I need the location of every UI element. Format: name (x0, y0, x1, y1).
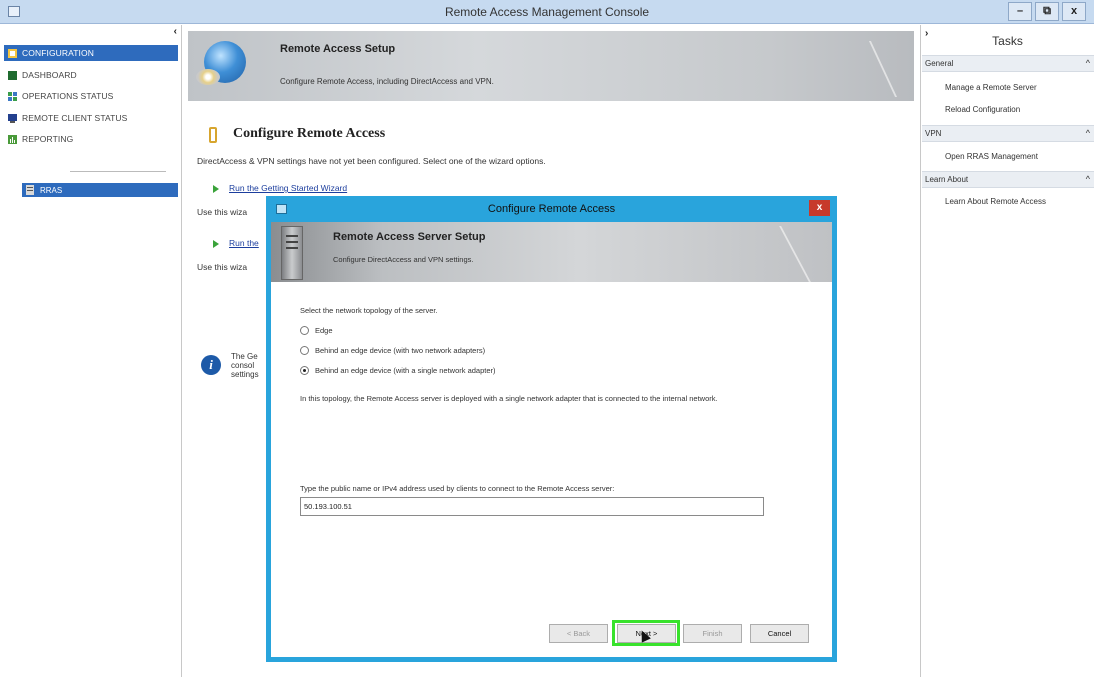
window-titlebar: Remote Access Management Console – ⧉ x (0, 0, 1094, 24)
back-button[interactable]: < Back (549, 624, 608, 643)
radio-label: Behind an edge device (with a single net… (315, 366, 496, 375)
dialog-body: Remote Access Server Setup Configure Dir… (271, 222, 832, 657)
restore-button[interactable]: ⧉ (1035, 2, 1059, 21)
radio-label: Edge (315, 326, 333, 335)
dialog-close-button[interactable]: x (809, 200, 830, 216)
configuration-icon (8, 48, 17, 58)
operations-status-icon (8, 91, 17, 101)
wizard-description: Use this wiza (197, 207, 248, 217)
collapse-caret-icon[interactable]: ^ (1086, 56, 1090, 71)
topology-option-single-adapter[interactable]: Behind an edge device (with a single net… (300, 366, 496, 375)
task-reload-configuration[interactable]: Reload Configuration (945, 105, 1020, 114)
configure-remote-access-dialog: Configure Remote Access x Remote Access … (266, 196, 837, 662)
task-learn-about-remote-access[interactable]: Learn About Remote Access (945, 197, 1046, 206)
nav-item-configuration[interactable]: CONFIGURATION (4, 45, 178, 61)
section-description: DirectAccess & VPN settings have not yet… (197, 156, 546, 166)
tasks-pane: › Tasks General ^ Manage a Remote Server… (920, 25, 1094, 677)
collapse-caret-icon[interactable]: ^ (1086, 172, 1090, 187)
server-icon (26, 185, 34, 195)
tasks-section-general[interactable]: General ^ (922, 55, 1094, 72)
tasks-section-vpn[interactable]: VPN ^ (922, 125, 1094, 142)
collapse-nav-button[interactable]: ‹ (174, 26, 177, 37)
public-address-label: Type the public name or IPv4 address use… (300, 484, 615, 493)
minimize-button[interactable]: – (1008, 2, 1032, 21)
remote-client-status-icon (8, 113, 17, 123)
disc-icon (196, 69, 220, 85)
getting-started-wizard-link[interactable]: Run the Getting Started Wizard (229, 183, 347, 193)
cancel-button[interactable]: Cancel (750, 624, 809, 643)
radio-button[interactable] (300, 366, 309, 375)
topology-description: In this topology, the Remote Access serv… (300, 394, 718, 403)
wizard-description: Use this wiza (197, 262, 248, 272)
finish-button[interactable]: Finish (683, 624, 742, 643)
section-title: Configure Remote Access (233, 126, 386, 141)
arrow-icon (213, 185, 219, 193)
radio-label: Behind an edge device (with two network … (315, 346, 486, 355)
nav-item-dashboard[interactable]: DASHBOARD (4, 67, 178, 83)
dialog-banner: Remote Access Server Setup Configure Dir… (271, 222, 832, 282)
server-item-rras[interactable]: RRAS (22, 183, 178, 197)
topology-prompt: Select the network topology of the serve… (300, 306, 438, 315)
setup-banner: Remote Access Setup Configure Remote Acc… (188, 31, 914, 101)
nav-item-remote-client-status[interactable]: REMOTE CLIENT STATUS (4, 110, 178, 126)
server-icon (281, 226, 303, 280)
info-text: The Ge consol settings (231, 352, 259, 379)
collapse-caret-icon[interactable]: ^ (1086, 126, 1090, 141)
tool-icon (209, 127, 217, 143)
dialog-titlebar: Configure Remote Access x (266, 196, 837, 222)
task-open-rras-management[interactable]: Open RRAS Management (945, 152, 1038, 161)
radio-button[interactable] (300, 326, 309, 335)
arrow-icon (213, 240, 219, 248)
task-manage-remote-server[interactable]: Manage a Remote Server (945, 83, 1037, 92)
remote-access-wizard-link[interactable]: Run the (229, 238, 259, 248)
dialog-title: Configure Remote Access (487, 203, 616, 215)
topology-option-edge[interactable]: Edge (300, 326, 333, 335)
nav-item-reporting[interactable]: REPORTING (4, 131, 178, 147)
nav-label: CONFIGURATION (22, 48, 94, 58)
tasks-title: Tasks (992, 34, 1023, 48)
nav-item-operations-status[interactable]: OPERATIONS STATUS (4, 88, 178, 104)
public-address-input[interactable] (300, 497, 764, 516)
nav-label: REPORTING (22, 134, 74, 144)
banner-decoration (753, 226, 811, 282)
reporting-icon (8, 134, 17, 144)
dialog-banner-subtitle: Configure DirectAccess and VPN settings. (333, 255, 474, 264)
banner-subtitle: Configure Remote Access, including Direc… (280, 77, 494, 86)
topology-option-two-adapters[interactable]: Behind an edge device (with two network … (300, 346, 485, 355)
server-label: RRAS (40, 185, 63, 195)
banner-decoration (840, 41, 898, 97)
window-title: Remote Access Management Console (444, 5, 650, 19)
info-icon: i (201, 355, 221, 375)
navigation-pane: ‹ CONFIGURATION DASHBOARD OPERATIONS STA… (0, 25, 182, 677)
dashboard-icon (8, 70, 17, 80)
nav-label: OPERATIONS STATUS (22, 91, 114, 101)
tasks-section-learn-about[interactable]: Learn About ^ (922, 171, 1094, 188)
banner-title: Remote Access Setup (280, 43, 396, 55)
dialog-banner-title: Remote Access Server Setup (333, 231, 486, 243)
radio-button[interactable] (300, 346, 309, 355)
nav-label: REMOTE CLIENT STATUS (22, 113, 128, 123)
nav-label: DASHBOARD (22, 70, 77, 80)
nav-divider (70, 171, 166, 172)
close-button[interactable]: x (1062, 2, 1086, 21)
